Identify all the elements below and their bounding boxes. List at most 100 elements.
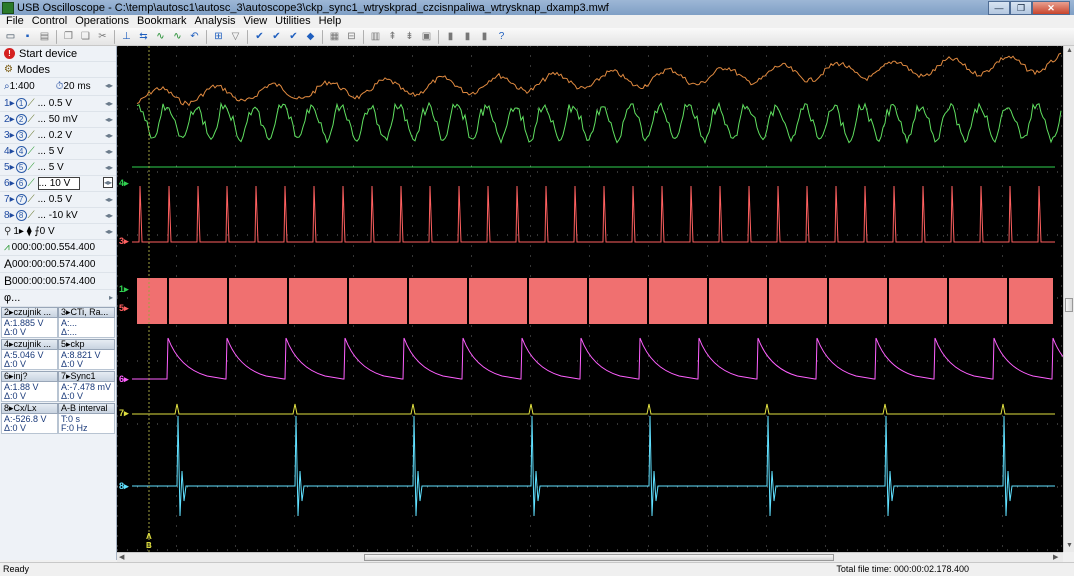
vertical-scrollbar[interactable]: ▲ ▼ bbox=[1063, 46, 1074, 552]
channel-scale-selected[interactable]: ... 10 V bbox=[37, 177, 80, 190]
restore-button[interactable]: ❐ bbox=[1010, 0, 1032, 15]
menu-help[interactable]: Help bbox=[315, 15, 346, 28]
trigger-row[interactable]: ⚲ 1▸ ⧫ ⨍0 V ◂▸ bbox=[0, 224, 116, 240]
channel-down-icon[interactable]: ⇟ bbox=[402, 30, 417, 44]
wave-tool-2-icon[interactable]: ∿ bbox=[170, 30, 185, 44]
phase-arrow-icon[interactable]: ▸ bbox=[109, 293, 113, 302]
start-device-button[interactable]: ! Start device bbox=[0, 46, 116, 62]
layout-icon[interactable]: ▥ bbox=[368, 30, 383, 44]
panel-1-icon[interactable]: ▮ bbox=[443, 30, 458, 44]
channel-marker-7[interactable]: 7▸ bbox=[119, 408, 129, 419]
wave-tool-icon[interactable]: ∿ bbox=[153, 30, 168, 44]
check-2-icon[interactable]: ✔ bbox=[269, 30, 284, 44]
channel-marker-1[interactable]: 1▸ bbox=[119, 284, 129, 295]
measure-cell[interactable]: 6▸inj? A:1.88 V Δ:0 V bbox=[1, 371, 58, 402]
arrow-tool-icon[interactable]: ⇆ bbox=[136, 30, 151, 44]
channel-arrows-icon[interactable]: ◂▸ bbox=[105, 99, 113, 108]
menu-view[interactable]: View bbox=[240, 15, 272, 28]
channel-marker-5[interactable]: 5▸ bbox=[119, 303, 129, 314]
modes-button[interactable]: ⚙ Modes bbox=[0, 62, 116, 78]
zoom-icon[interactable]: ⊞ bbox=[211, 30, 226, 44]
menu-utilities[interactable]: Utilities bbox=[271, 15, 314, 28]
channel-marker-8[interactable]: 8▸ bbox=[119, 481, 129, 492]
marker-icon[interactable]: ▽ bbox=[228, 30, 243, 44]
measure-cell[interactable]: 3▸CTi, Ra... A:... Δ:... bbox=[58, 307, 115, 338]
channel-arrows-icon[interactable]: ◂▸ bbox=[105, 115, 113, 124]
channel-row-4[interactable]: 4 ▸ 4 ⟋ ... 5 V ◂▸ bbox=[0, 144, 116, 160]
timebase-arrows-icon[interactable]: ◂▸ bbox=[105, 81, 113, 90]
undo-icon[interactable]: ↶ bbox=[187, 30, 202, 44]
trace-band-gap bbox=[467, 276, 469, 328]
trigger-arrows-icon[interactable]: ◂▸ bbox=[105, 227, 113, 236]
horizontal-scroll-thumb[interactable] bbox=[364, 554, 834, 561]
measure-cell[interactable]: 5▸ckp A:8.821 V Δ:0 V bbox=[58, 339, 115, 370]
channel-arrows-icon[interactable]: ◂▸ bbox=[105, 131, 113, 140]
open-folder-icon[interactable]: ▭ bbox=[3, 30, 18, 44]
channel-row-2[interactable]: 2 ▸ 2 ⟋ ... 50 mV ◂▸ bbox=[0, 112, 116, 128]
measure-cell[interactable]: A-B interval T:0 s F:0 Hz bbox=[58, 403, 115, 434]
measure-cell[interactable]: 4▸czujnik ... A:5.046 V Δ:0 V bbox=[1, 339, 58, 370]
trigger-time: 000:00:00.554.400 bbox=[11, 242, 96, 253]
minimize-button[interactable]: — bbox=[988, 0, 1010, 15]
trigger-icon[interactable]: ⊥ bbox=[119, 30, 134, 44]
cut-icon[interactable]: ✂ bbox=[95, 30, 110, 44]
channel-arrows-icon[interactable]: ◂▸ bbox=[105, 163, 113, 172]
channel-row-3[interactable]: 3 ▸ 3 ⟋ ... 0.2 V ◂▸ bbox=[0, 128, 116, 144]
channel-circle-icon: 3 bbox=[15, 130, 27, 141]
channel-row-6[interactable]: 6 ▸ 6 ⟋ ... 10 V ◂▸ bbox=[0, 176, 116, 192]
channel-arrows-icon[interactable]: ◂▸ bbox=[102, 177, 113, 188]
measure-icon[interactable]: ⊟ bbox=[344, 30, 359, 44]
channel-marker-3[interactable]: 3▸ bbox=[119, 236, 129, 247]
measure-cell[interactable]: 2▸czujnik ... A:1.885 V Δ:0 V bbox=[1, 307, 58, 338]
channel-row-7[interactable]: 7 ▸ 7 ⟋ ... 0.5 V ◂▸ bbox=[0, 192, 116, 208]
display-icon[interactable]: ▣ bbox=[419, 30, 434, 44]
close-button[interactable]: ✕ bbox=[1032, 0, 1070, 15]
scroll-down-icon[interactable]: ▼ bbox=[1066, 542, 1073, 549]
horizontal-scrollbar[interactable]: ◀ ▶ bbox=[117, 552, 1063, 562]
channel-arrows-icon[interactable]: ◂▸ bbox=[105, 147, 113, 156]
measure-cell[interactable]: 8▸Cx/Lx A:-526.8 V Δ:0 V bbox=[1, 403, 58, 434]
cursor-b-marker[interactable]: B bbox=[146, 541, 152, 550]
channel-arrows-icon[interactable]: ◂▸ bbox=[105, 211, 113, 220]
scroll-right-icon[interactable]: ▶ bbox=[1053, 553, 1058, 561]
menu-bookmark[interactable]: Bookmark bbox=[133, 15, 191, 28]
channel-arrows-icon[interactable]: ◂▸ bbox=[105, 195, 113, 204]
status-bar: Ready Total file time: 000:00:02.178.400 bbox=[0, 562, 1074, 576]
check-3-icon[interactable]: ✔ bbox=[286, 30, 301, 44]
help-icon[interactable]: ? bbox=[494, 30, 509, 44]
panel-2-icon[interactable]: ▮ bbox=[460, 30, 475, 44]
cursor-a-row[interactable]: A 000:00:00.574.400 bbox=[0, 256, 116, 273]
cursor-a-marker[interactable]: A bbox=[146, 532, 152, 541]
phase-row[interactable]: φ... ▸ bbox=[0, 290, 116, 307]
cursor-b-row[interactable]: B 000:00:00.574.400 bbox=[0, 273, 116, 290]
probe-icon: ⟋ bbox=[27, 178, 35, 189]
scroll-up-icon[interactable]: ▲ bbox=[1066, 47, 1073, 54]
panel-3-icon[interactable]: ▮ bbox=[477, 30, 492, 44]
check-icon[interactable]: ✔ bbox=[252, 30, 267, 44]
trace-band-gap bbox=[527, 276, 529, 328]
scroll-left-icon[interactable]: ◀ bbox=[119, 553, 124, 561]
channel-marker-6[interactable]: 6▸ bbox=[119, 374, 129, 385]
print-icon[interactable]: ▤ bbox=[37, 30, 52, 44]
measure-cell[interactable]: 7▸Sync1 A:-7.478 mV Δ:0 V bbox=[58, 371, 115, 402]
menu-operations[interactable]: Operations bbox=[71, 15, 133, 28]
channel-marker-4[interactable]: 4▸ bbox=[119, 178, 129, 189]
channel-row-8[interactable]: 8 ▸ 8 ⟋ ... -10 kV ◂▸ bbox=[0, 208, 116, 224]
scope-display[interactable]: 4▸ 3▸ 1▸ 5▸ 6▸ 7▸ 8▸ A B bbox=[117, 46, 1063, 552]
menu-analysis[interactable]: Analysis bbox=[191, 15, 240, 28]
copy-icon[interactable]: ❐ bbox=[61, 30, 76, 44]
zoom-value[interactable]: 1:400 bbox=[10, 81, 50, 92]
channel-row-1[interactable]: 1 ▸ 1 ⟋ ... 0.5 V ◂▸ bbox=[0, 96, 116, 112]
vertical-scroll-thumb[interactable] bbox=[1065, 298, 1073, 312]
probe-icon: ⟋ bbox=[27, 98, 35, 109]
channel-up-icon[interactable]: ⇞ bbox=[385, 30, 400, 44]
toolbar-separator bbox=[247, 29, 248, 44]
menu-file[interactable]: File bbox=[2, 15, 28, 28]
paste-icon[interactable]: ❏ bbox=[78, 30, 93, 44]
grid-icon[interactable]: ▦ bbox=[327, 30, 342, 44]
channel-row-5[interactable]: 5 ▸ 5 ⟋ ... 5 V ◂▸ bbox=[0, 160, 116, 176]
save-icon[interactable]: ▪ bbox=[20, 30, 35, 44]
timebase-value[interactable]: 20 ms bbox=[63, 81, 90, 92]
bookmark-icon[interactable]: ◆ bbox=[303, 30, 318, 44]
menu-control[interactable]: Control bbox=[28, 15, 71, 28]
